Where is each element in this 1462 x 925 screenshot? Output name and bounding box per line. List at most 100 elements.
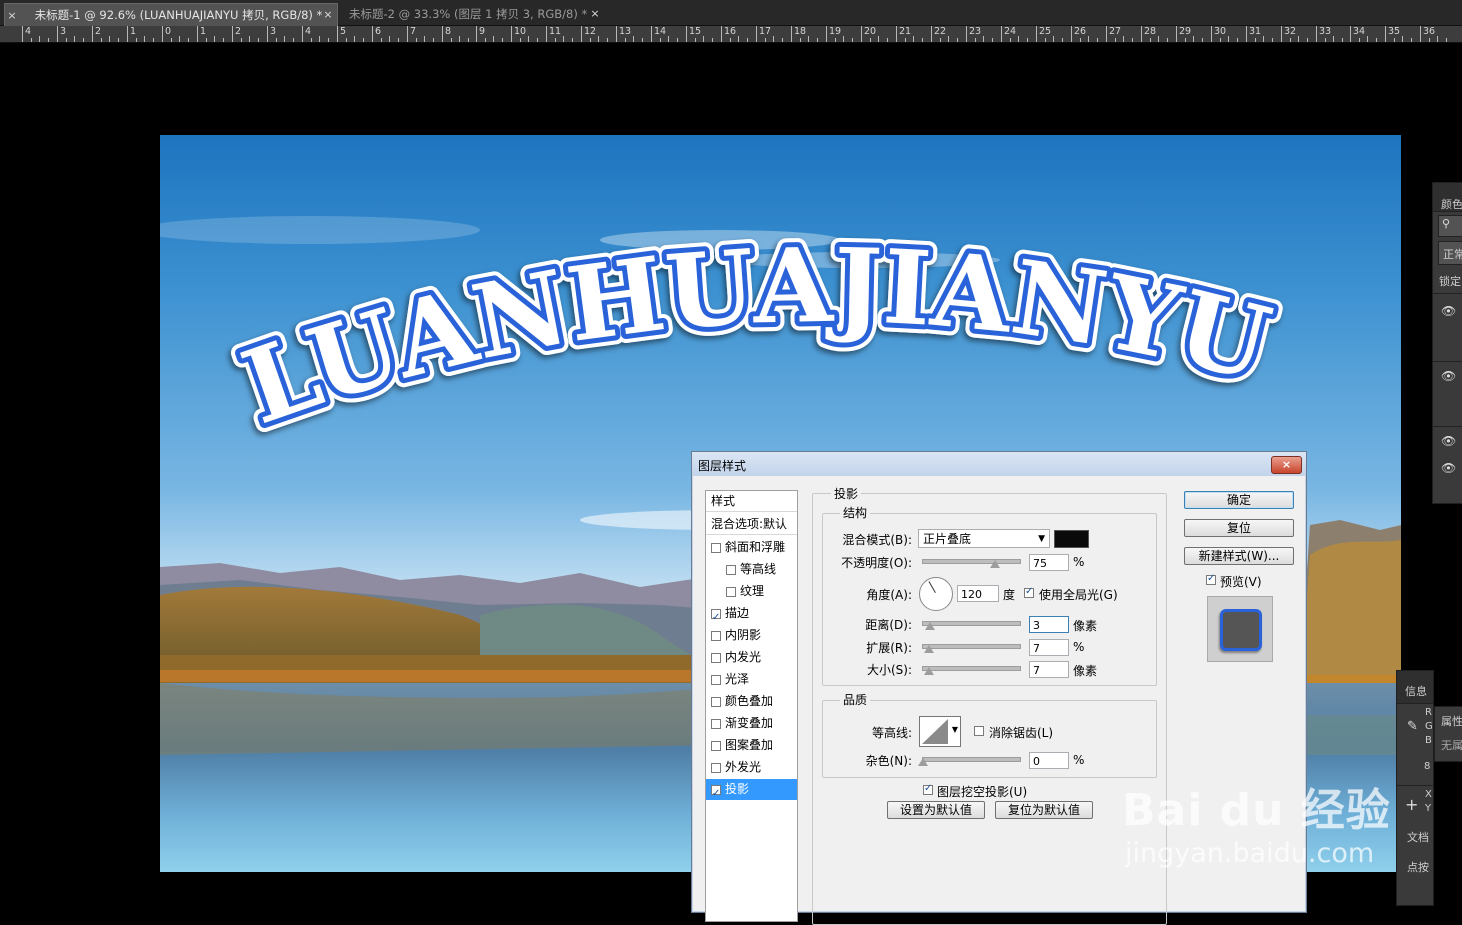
spread-slider[interactable] [922,644,1021,649]
noise-field[interactable]: 0 [1029,752,1069,769]
size-field[interactable]: 7 [1029,661,1069,678]
style-checkbox[interactable] [711,607,721,628]
blend-mode-select[interactable]: 正片叠底 ▼ [918,529,1050,548]
opacity-slider-thumb[interactable] [989,560,1000,568]
horizontal-ruler[interactable]: 4 3 2 1 0 1 2 3 4 5 6 7 8 9 10 11 12 13 14 15 16 17 18 19 20 21 22… [0,26,1462,43]
visibility-eye-icon[interactable]: 👁 [1441,434,1456,448]
angle-dial[interactable] [919,577,953,611]
anti-alias-checkbox[interactable] [974,726,984,736]
style-checkbox[interactable] [711,652,721,663]
ruler-number: 20 [864,26,877,37]
style-checkbox[interactable] [711,783,721,804]
shadow-color-swatch[interactable] [1054,530,1089,548]
tab-document-2[interactable]: 未标题-2 @ 33.3% (图层 1 拷贝 3, RGB/8) * × [346,3,604,25]
style-item[interactable]: 光泽 [706,669,797,690]
global-light-checkbox[interactable] [1024,586,1034,598]
style-checkbox[interactable] [711,542,721,553]
style-checkbox[interactable] [711,718,721,729]
style-checkbox[interactable] [726,564,736,575]
ruler-minor-tick [668,36,669,42]
contour-picker[interactable]: ▼ [919,716,961,747]
angle-field[interactable]: 120 [957,585,999,602]
ruler-minor-tick [677,38,678,42]
ruler-number: 11 [549,26,562,37]
ruler-major-tick [372,26,373,42]
opacity-field[interactable]: 75 [1029,554,1069,571]
info-tab[interactable]: 信息 [1405,683,1427,699]
style-item[interactable]: 内阴影 [706,625,797,646]
style-item[interactable]: 描边 [706,603,797,628]
style-item[interactable]: 纹理 [706,581,797,602]
search-field[interactable]: ⚲ [1438,215,1462,237]
style-list-header[interactable]: 样式 [706,491,797,512]
style-item[interactable]: 图案叠加 [706,735,797,756]
new-style-button[interactable]: 新建样式(W)... [1184,547,1294,565]
blend-mode-select[interactable]: 正常 [1438,241,1462,265]
ruler-minor-tick [1307,38,1308,42]
ruler-minor-tick [188,38,189,42]
size-slider-thumb[interactable] [924,667,934,675]
distance-slider[interactable] [922,621,1021,626]
reset-default-button[interactable]: 复位为默认值 [995,801,1093,819]
size-slider[interactable] [922,666,1021,671]
visibility-eye-icon[interactable]: 👁 [1441,304,1456,318]
close-icon[interactable]: × [321,4,335,26]
ok-button[interactable]: 确定 [1184,491,1294,509]
ruler-minor-tick [66,38,67,42]
style-item[interactable]: 颜色叠加 [706,691,797,712]
ruler-major-tick [267,26,268,42]
ruler-number: 17 [759,26,772,37]
style-checkbox[interactable] [711,696,721,707]
spread-field[interactable]: 7 [1029,639,1069,656]
style-item[interactable]: 渐变叠加 [706,713,797,734]
style-checkbox[interactable] [726,586,736,597]
visibility-eye-icon[interactable]: 👁 [1441,461,1456,475]
style-item[interactable]: 内发光 [706,647,797,668]
ruler-number: 31 [1249,26,1262,37]
properties-tab[interactable]: 属性 [1441,713,1462,729]
angle-unit: 度 [1003,588,1016,602]
ruler-number: 22 [934,26,947,37]
style-item[interactable]: 斜面和浮雕 [706,537,797,558]
visibility-eye-icon[interactable]: 👁 [1441,369,1456,383]
dialog-titlebar[interactable]: 图层样式 × [692,452,1306,476]
style-checkbox[interactable] [711,630,721,641]
noise-slider-thumb[interactable] [918,758,928,766]
ruler-number: 6 [375,26,382,37]
ruler-minor-tick [1053,36,1054,42]
baidu-watermark-logo: Bai du 经验 [1122,785,1391,836]
spread-slider-thumb[interactable] [924,645,934,653]
style-checkbox[interactable] [711,674,721,685]
opacity-slider[interactable] [922,559,1021,564]
close-icon[interactable]: × [5,5,19,27]
ruler-minor-tick [1132,38,1133,42]
style-checkbox[interactable] [711,740,721,751]
close-icon: × [1281,458,1292,471]
set-default-button[interactable]: 设置为默认值 [887,801,985,819]
distance-field[interactable]: 3 [1029,616,1069,633]
ruler-minor-tick [773,36,774,42]
ruler-minor-tick [1376,38,1377,42]
knockout-checkbox[interactable] [923,783,933,795]
style-item[interactable]: 等高线 [706,559,797,580]
tab-label: 未标题-1 @ 92.6% (LUANHUAJIANYU 拷贝, RGB/8) … [34,8,323,22]
ruler-major-tick [616,26,617,42]
color-tab[interactable]: 颜色 [1441,196,1462,212]
ruler-number: 21 [899,26,912,37]
preview-checkbox[interactable] [1206,573,1216,585]
properties-panel: 属性 无属 [1434,706,1462,762]
noise-slider[interactable] [922,757,1021,762]
ruler-minor-tick [1193,36,1194,42]
angle-label: 角度(A): [866,588,912,602]
blend-options-item[interactable]: 混合选项:默认 [706,514,797,535]
distance-slider-thumb[interactable] [925,622,935,630]
tab-document-1[interactable]: × 未标题-1 @ 92.6% (LUANHUAJIANYU 拷贝, RGB/8… [4,3,338,26]
style-item[interactable]: 外发光 [706,757,797,778]
close-button[interactable]: × [1271,456,1302,474]
close-icon[interactable]: × [588,3,602,25]
chevron-down-icon: ▼ [1038,534,1045,544]
ruler-major-tick [127,26,128,42]
style-item[interactable]: 投影 [706,779,797,804]
reset-button[interactable]: 复位 [1184,519,1294,537]
style-checkbox[interactable] [711,762,721,773]
